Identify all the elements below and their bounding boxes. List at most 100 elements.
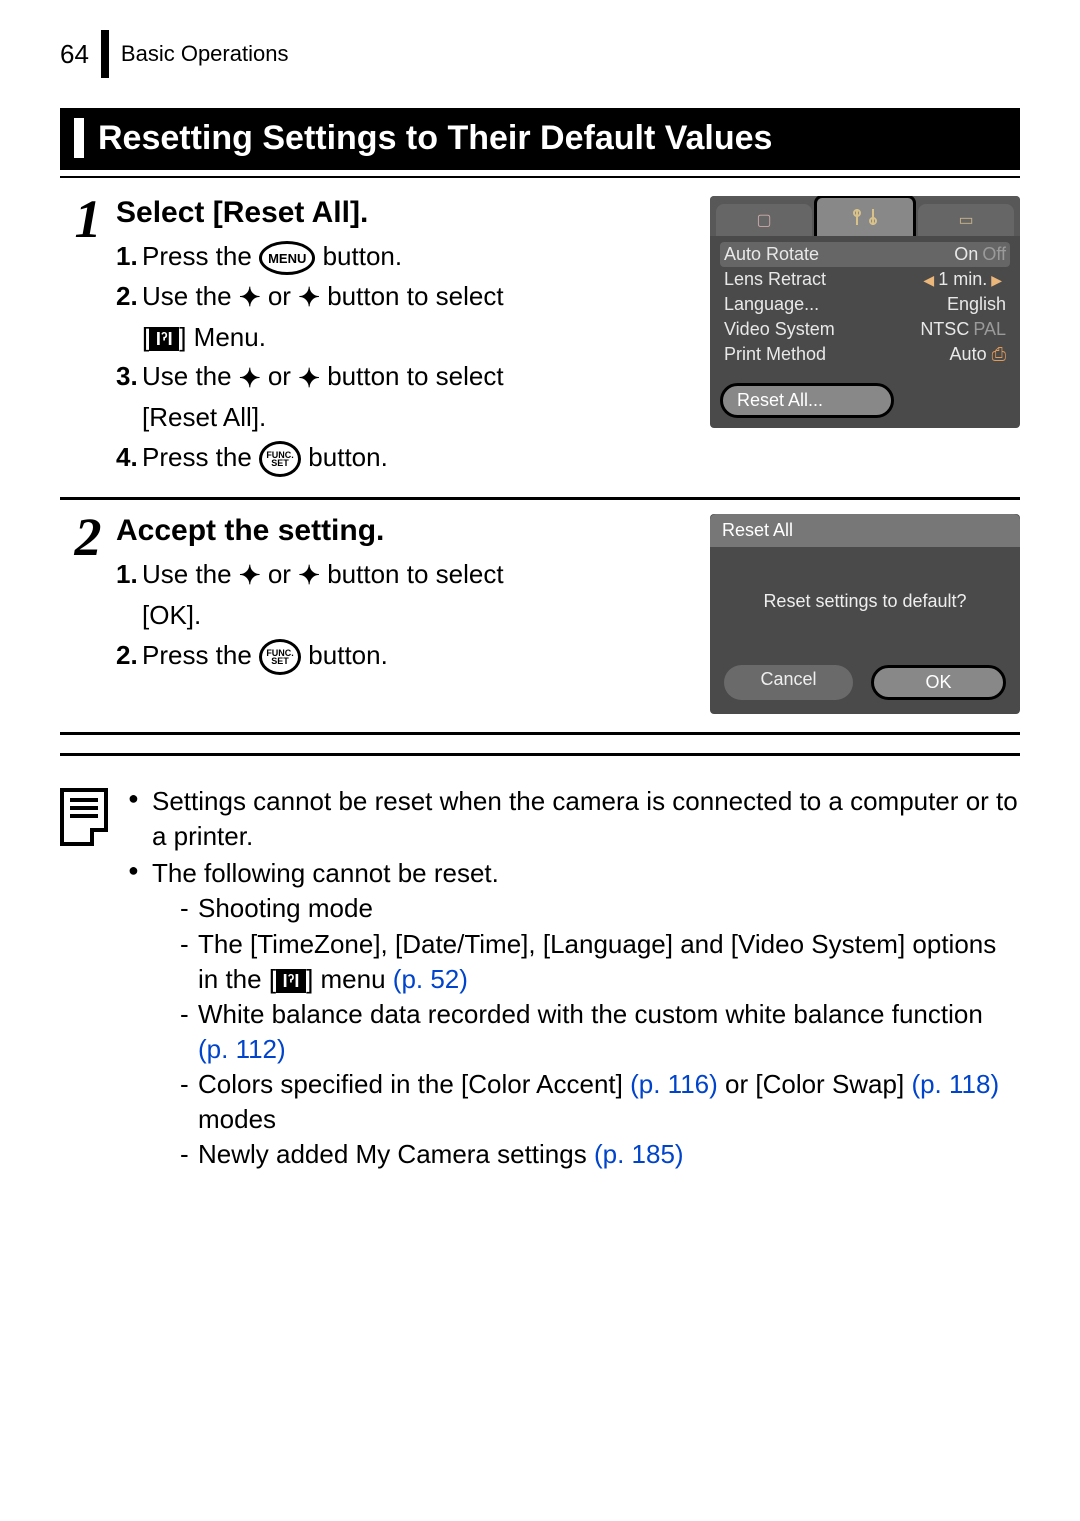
substep-num: 1. <box>116 556 142 594</box>
lcd-label: Language... <box>724 294 819 315</box>
sub-item: The [TimeZone], [Date/Time], [Language] … <box>180 927 1020 997</box>
text: ] Menu. <box>179 322 266 352</box>
page-number: 64 <box>60 39 89 70</box>
right-arrow-icon: ✦ <box>298 279 320 317</box>
lcd-cancel-button: Cancel <box>724 665 853 700</box>
down-arrow-icon: ✦ <box>298 360 320 398</box>
func-set-button-icon: FUNC.SET <box>259 639 301 675</box>
page-header: 64 Basic Operations <box>60 30 1020 78</box>
rule-end <box>60 753 1020 756</box>
lcd-dialog-buttons: Cancel OK <box>710 655 1020 714</box>
set-label: SET <box>271 657 289 665</box>
text: Use the <box>142 281 239 311</box>
page: 64 Basic Operations Resetting Settings t… <box>0 0 1080 1234</box>
step-1: 1 Select [Reset All]. 1.Press the MENU b… <box>60 182 1020 500</box>
lcd-row: Video System NTSCPAL <box>720 317 1010 342</box>
lcd-ok-button: OK <box>871 665 1006 700</box>
lcd-value: English <box>947 294 1006 315</box>
text: ] menu <box>306 964 393 994</box>
text: button. <box>308 442 388 472</box>
text: The following cannot be reset. <box>152 858 499 888</box>
lcd-dialog-title: Reset All <box>710 514 1020 547</box>
page-title: Resetting Settings to Their Default Valu… <box>98 119 772 158</box>
tools-menu-icon: ӀˀӀ <box>276 969 306 993</box>
lcd-label: Video System <box>724 319 835 340</box>
right-arrow-icon: ✦ <box>298 557 320 595</box>
text: [OK]. <box>142 600 201 630</box>
substeps: 1.Use the ✦ or ✦ button to select [OK]. … <box>116 556 692 675</box>
text: White balance data recorded with the cus… <box>198 999 983 1029</box>
left-arrow-icon: ✦ <box>239 279 261 317</box>
up-arrow-icon: ✦ <box>239 360 261 398</box>
sub-item: Shooting mode <box>180 891 1020 926</box>
step-2: 2 Accept the setting. 1.Use the ✦ or ✦ b… <box>60 500 1020 735</box>
substep-num: 4. <box>116 439 142 477</box>
text: button to select <box>320 361 504 391</box>
sub-item: White balance data recorded with the cus… <box>180 997 1020 1067</box>
page-ref[interactable]: (p. 116) <box>630 1069 718 1099</box>
text: button to select <box>320 559 504 589</box>
text: or <box>261 281 299 311</box>
text: button to select <box>320 281 504 311</box>
page-ref[interactable]: (p. 52) <box>393 964 468 994</box>
text: Settings cannot be reset when the camera… <box>152 786 1018 851</box>
lcd-reset-all: Reset All... <box>720 383 894 418</box>
camera-lcd-menu: ▢ ▭ Auto RotateOnOff Lens Retract ◀1 min.… <box>710 196 1020 428</box>
substeps: 1.Press the MENU button. 2.Use the ✦ or … <box>116 238 692 477</box>
substep-num: 1. <box>116 238 142 276</box>
text: Use the <box>142 559 239 589</box>
text: button. <box>308 640 388 670</box>
substep-num: 2. <box>116 637 142 675</box>
lcd-value: Auto <box>950 344 987 364</box>
section-name: Basic Operations <box>121 41 289 67</box>
lcd-tab-tools-icon <box>814 196 916 236</box>
lcd-row: Print Method Auto ⎙ <box>720 342 1010 367</box>
notes-block: Settings cannot be reset when the camera… <box>60 784 1020 1174</box>
substep-num: 3. <box>116 358 142 396</box>
text: or <box>261 559 299 589</box>
lcd-row: Lens Retract ◀1 min.▶ <box>720 267 1010 292</box>
page-ref[interactable]: (p. 185) <box>594 1139 684 1169</box>
step-number: 1 <box>60 192 116 246</box>
notes-sublist: Shooting mode The [TimeZone], [Date/Time… <box>152 891 1020 1172</box>
text: Colors specified in the [Color Accent] <box>198 1069 630 1099</box>
step-title: Select [Reset All]. <box>116 196 692 230</box>
lcd-tab-print-icon: ▭ <box>918 204 1014 236</box>
page-title-bar: Resetting Settings to Their Default Valu… <box>60 108 1020 170</box>
step-title: Accept the setting. <box>116 514 692 548</box>
lcd-row: Auto RotateOnOff <box>720 242 1010 267</box>
text: modes <box>198 1104 276 1134</box>
text: Press the <box>142 241 259 271</box>
note-item: The following cannot be reset. Shooting … <box>128 856 1020 1172</box>
left-arrow-icon: ✦ <box>239 557 261 595</box>
func-set-button-icon: FUNC.SET <box>259 441 301 477</box>
left-tri-icon: ◀ <box>923 272 934 288</box>
lcd-tabs: ▢ ▭ <box>710 196 1020 236</box>
lcd-label: Print Method <box>724 344 826 365</box>
text: Newly added My Camera settings <box>198 1139 594 1169</box>
lcd-value: 1 min. <box>938 269 987 289</box>
rule <box>60 176 1020 178</box>
title-lead-bar <box>74 118 84 158</box>
page-ref[interactable]: (p. 118) <box>911 1069 999 1099</box>
lcd-dialog-message: Reset settings to default? <box>710 547 1020 655</box>
lcd-label: Lens Retract <box>724 269 826 290</box>
page-ref[interactable]: (p. 112) <box>198 1034 286 1064</box>
print-icon: ⎙ <box>992 344 1006 364</box>
step-number: 2 <box>60 510 116 564</box>
text: or [Color Swap] <box>718 1069 912 1099</box>
notes-list: Settings cannot be reset when the camera… <box>128 784 1020 1174</box>
set-label: SET <box>271 459 289 467</box>
camera-lcd-confirm: Reset All Reset settings to default? Can… <box>710 514 1020 714</box>
note-icon <box>60 788 108 846</box>
text: Use the <box>142 361 239 391</box>
right-tri-icon: ▶ <box>991 272 1002 288</box>
lcd-row: Language... English <box>720 292 1010 317</box>
text: or <box>261 361 299 391</box>
lcd-value-dim: PAL <box>973 319 1006 339</box>
lcd-value-dim: Off <box>982 244 1006 264</box>
text: Shooting mode <box>198 893 373 923</box>
substep-num: 2. <box>116 278 142 316</box>
lcd-value: NTSC <box>920 319 969 339</box>
lcd-value: On <box>954 244 978 264</box>
